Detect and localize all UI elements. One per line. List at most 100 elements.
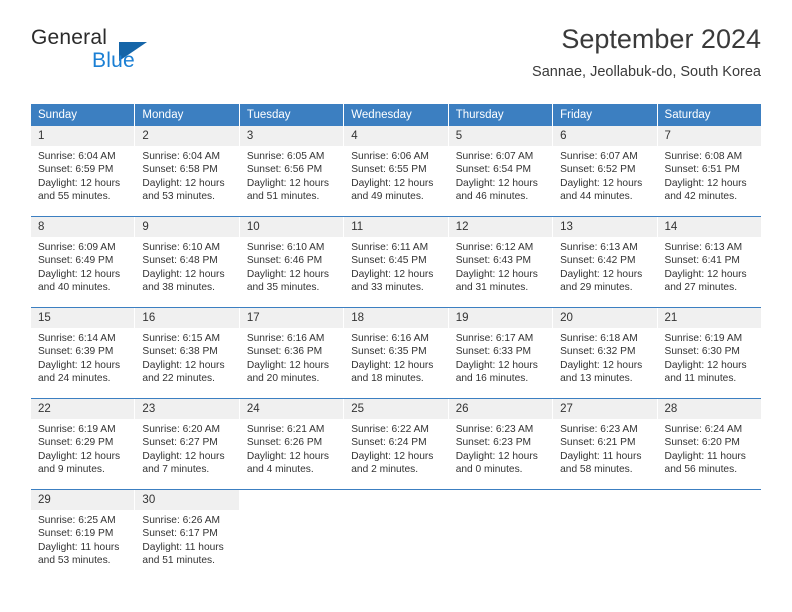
day-cell[interactable]: 10 Sunrise: 6:10 AM Sunset: 6:46 PM Dayligh…	[239, 217, 345, 307]
calendar-week-row: 22 Sunrise: 6:19 AM Sunset: 6:29 PM Dayligh…	[31, 398, 761, 489]
sunrise-time: Sunrise: 6:25 AM	[38, 515, 116, 526]
day-cell[interactable]: 13 Sunrise: 6:13 AM Sunset: 6:42 PM Dayligh…	[553, 217, 658, 307]
day-number: 25	[344, 399, 448, 419]
day-details: Sunrise: 6:23 AM Sunset: 6:23 PM Daylight:…	[449, 419, 552, 477]
day-details	[449, 510, 552, 514]
day-cell[interactable]: 19 Sunrise: 6:17 AM Sunset: 6:33 PM Dayligh…	[448, 308, 554, 398]
daylight-duration-line2: and 51 minutes.	[142, 555, 215, 567]
sunrise-time: Sunrise: 6:17 AM	[455, 333, 534, 344]
day-cell[interactable]: 25 Sunrise: 6:22 AM Sunset: 6:24 PM Dayligh…	[344, 399, 449, 489]
day-cell[interactable]: 4 Sunrise: 6:06 AM Sunset: 6:55 PM Daylight…	[344, 126, 449, 216]
day-details: Sunrise: 6:12 AM Sunset: 6:43 PM Daylight:…	[449, 237, 552, 295]
day-details: Sunrise: 6:14 AM Sunset: 6:39 PM Daylight:…	[31, 328, 134, 386]
daylight-duration-line2: and 0 minutes.	[455, 464, 523, 476]
day-details: Sunrise: 6:09 AM Sunset: 6:49 PM Daylight:…	[31, 237, 134, 295]
day-number: 11	[344, 217, 448, 237]
day-cell[interactable]: 22 Sunrise: 6:19 AM Sunset: 6:29 PM Dayligh…	[31, 399, 136, 489]
sunset-time: Sunset: 6:59 PM	[38, 164, 114, 176]
daylight-duration-line2: and 55 minutes.	[38, 191, 111, 203]
daylight-duration-line1: Daylight: 12 hours	[664, 177, 747, 189]
day-number: 3	[239, 126, 344, 146]
day-number: 5	[448, 126, 553, 146]
day-cell[interactable]: 7 Sunrise: 6:08 AM Sunset: 6:51 PM Daylight…	[657, 126, 761, 216]
day-cell[interactable]: 29 Sunrise: 6:25 AM Sunset: 6:19 PM Dayligh…	[31, 490, 136, 580]
sunrise-time: Sunrise: 6:20 AM	[142, 424, 221, 435]
day-number: 19	[448, 308, 553, 328]
day-cell[interactable]: 12 Sunrise: 6:12 AM Sunset: 6:43 PM Dayligh…	[448, 217, 554, 307]
day-cell[interactable]: 2 Sunrise: 6:04 AM Sunset: 6:58 PM Daylight…	[135, 126, 240, 216]
daylight-duration-line2: and 13 minutes.	[560, 373, 633, 385]
daylight-duration-line2: and 27 minutes.	[664, 282, 738, 294]
day-number: 21	[657, 308, 761, 328]
sunrise-time: Sunrise: 6:23 AM	[560, 424, 638, 435]
day-cell[interactable]: 14 Sunrise: 6:13 AM Sunset: 6:41 PM Dayligh…	[657, 217, 761, 307]
day-cell[interactable]: 17 Sunrise: 6:16 AM Sunset: 6:36 PM Dayligh…	[239, 308, 345, 398]
daylight-duration-line1: Daylight: 12 hours	[246, 450, 329, 462]
daylight-duration-line1: Daylight: 12 hours	[246, 268, 329, 280]
day-cell[interactable]: 20 Sunrise: 6:18 AM Sunset: 6:32 PM Dayligh…	[553, 308, 658, 398]
daylight-duration-line2: and 29 minutes.	[560, 282, 633, 294]
day-number: 15	[31, 308, 135, 328]
daylight-duration-line1: Daylight: 12 hours	[455, 177, 538, 189]
day-details: Sunrise: 6:19 AM Sunset: 6:30 PM Daylight:…	[658, 328, 761, 386]
day-cell[interactable]: 21 Sunrise: 6:19 AM Sunset: 6:30 PM Dayligh…	[657, 308, 761, 398]
day-details: Sunrise: 6:16 AM Sunset: 6:35 PM Daylight:…	[344, 328, 447, 386]
daylight-duration-line2: and 35 minutes.	[246, 282, 320, 294]
daylight-duration-line2: and 46 minutes.	[455, 191, 529, 203]
day-number	[344, 490, 447, 510]
day-number: 16	[135, 308, 239, 328]
day-number: 30	[135, 490, 239, 510]
day-cell[interactable]: 9 Sunrise: 6:10 AM Sunset: 6:48 PM Daylight…	[135, 217, 240, 307]
day-number	[658, 490, 761, 510]
sunset-time: Sunset: 6:39 PM	[38, 346, 114, 358]
day-number: 17	[239, 308, 344, 328]
day-cell[interactable]: 26 Sunrise: 6:23 AM Sunset: 6:23 PM Dayligh…	[448, 399, 554, 489]
day-cell-empty	[657, 490, 761, 580]
day-number: 12	[448, 217, 553, 237]
weekday-header-tuesday: Tuesday	[240, 104, 345, 126]
day-cell[interactable]: 15 Sunrise: 6:14 AM Sunset: 6:39 PM Dayligh…	[31, 308, 136, 398]
sunset-time: Sunset: 6:23 PM	[455, 437, 532, 449]
sunset-time: Sunset: 6:54 PM	[455, 164, 532, 176]
daylight-duration-line2: and 58 minutes.	[560, 464, 633, 476]
calendar-week-row: 1 Sunrise: 6:04 AM Sunset: 6:59 PM Daylight…	[31, 126, 761, 216]
day-details: Sunrise: 6:05 AM Sunset: 6:56 PM Daylight:…	[240, 146, 343, 204]
day-cell[interactable]: 24 Sunrise: 6:21 AM Sunset: 6:26 PM Dayligh…	[239, 399, 345, 489]
day-details: Sunrise: 6:23 AM Sunset: 6:21 PM Daylight:…	[553, 419, 656, 477]
day-cell[interactable]: 3 Sunrise: 6:05 AM Sunset: 6:56 PM Daylight…	[239, 126, 345, 216]
day-cell[interactable]: 27 Sunrise: 6:23 AM Sunset: 6:21 PM Dayligh…	[553, 399, 658, 489]
day-details: Sunrise: 6:13 AM Sunset: 6:42 PM Daylight:…	[553, 237, 656, 295]
day-cell[interactable]: 18 Sunrise: 6:16 AM Sunset: 6:35 PM Dayligh…	[344, 308, 449, 398]
sunrise-time: Sunrise: 6:04 AM	[142, 151, 221, 162]
sunrise-time: Sunrise: 6:13 AM	[560, 242, 638, 253]
sunrise-time: Sunrise: 6:10 AM	[142, 242, 221, 253]
day-cell[interactable]: 6 Sunrise: 6:07 AM Sunset: 6:52 PM Daylight…	[553, 126, 658, 216]
day-cell[interactable]: 5 Sunrise: 6:07 AM Sunset: 6:54 PM Daylight…	[448, 126, 554, 216]
day-details	[553, 510, 656, 514]
day-cell[interactable]: 16 Sunrise: 6:15 AM Sunset: 6:38 PM Dayligh…	[135, 308, 240, 398]
daylight-duration-line1: Daylight: 11 hours	[38, 541, 120, 553]
daylight-duration-line2: and 7 minutes.	[142, 464, 210, 476]
day-cell[interactable]: 23 Sunrise: 6:20 AM Sunset: 6:27 PM Dayligh…	[135, 399, 240, 489]
general-blue-logo[interactable]: General Blue	[31, 26, 231, 82]
day-cell[interactable]: 1 Sunrise: 6:04 AM Sunset: 6:59 PM Daylight…	[31, 126, 136, 216]
day-cell-empty	[553, 490, 658, 580]
day-number: 2	[135, 126, 239, 146]
day-cell[interactable]: 11 Sunrise: 6:11 AM Sunset: 6:45 PM Dayligh…	[344, 217, 449, 307]
sunrise-time: Sunrise: 6:08 AM	[664, 151, 743, 162]
sunset-time: Sunset: 6:35 PM	[351, 346, 427, 358]
day-cell[interactable]: 28 Sunrise: 6:24 AM Sunset: 6:20 PM Dayligh…	[657, 399, 761, 489]
daylight-duration-line2: and 40 minutes.	[38, 282, 111, 294]
day-details: Sunrise: 6:20 AM Sunset: 6:27 PM Daylight:…	[135, 419, 238, 477]
sunrise-time: Sunrise: 6:16 AM	[246, 333, 325, 344]
day-number: 13	[553, 217, 657, 237]
sunset-time: Sunset: 6:52 PM	[560, 164, 636, 176]
sunrise-time: Sunrise: 6:07 AM	[455, 151, 534, 162]
calendar-page: General Blue September 2024 Sannae, Jeol…	[0, 0, 792, 612]
daylight-duration-line1: Daylight: 11 hours	[560, 450, 642, 462]
sunrise-time: Sunrise: 6:24 AM	[664, 424, 743, 435]
day-number: 24	[239, 399, 344, 419]
day-cell[interactable]: 30 Sunrise: 6:26 AM Sunset: 6:17 PM Dayligh…	[135, 490, 240, 580]
day-cell[interactable]: 8 Sunrise: 6:09 AM Sunset: 6:49 PM Daylight…	[31, 217, 136, 307]
day-details: Sunrise: 6:08 AM Sunset: 6:51 PM Daylight:…	[658, 146, 761, 204]
